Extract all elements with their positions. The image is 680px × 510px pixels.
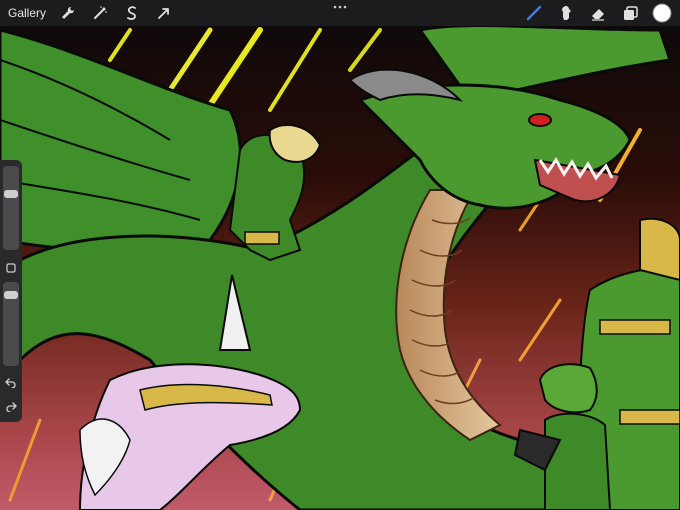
dragon-eye bbox=[528, 113, 552, 127]
magic-wand-icon[interactable] bbox=[88, 3, 112, 23]
artwork-canvas[interactable] bbox=[0, 0, 680, 510]
modify-square-icon[interactable] bbox=[3, 260, 19, 276]
brush-size-slider[interactable] bbox=[3, 166, 19, 250]
more-options-icon[interactable] bbox=[332, 2, 348, 12]
selection-icon[interactable] bbox=[120, 3, 144, 23]
brush-icon[interactable] bbox=[522, 3, 546, 23]
gallery-button[interactable]: Gallery bbox=[8, 6, 46, 20]
eraser-icon[interactable] bbox=[586, 3, 610, 23]
undo-icon[interactable] bbox=[3, 374, 19, 390]
opacity-knob[interactable] bbox=[4, 291, 18, 300]
brush-sidebar bbox=[0, 160, 22, 422]
wrench-icon[interactable] bbox=[56, 3, 80, 23]
transform-arrow-icon[interactable] bbox=[152, 3, 176, 23]
opacity-slider[interactable] bbox=[3, 282, 19, 366]
layers-icon[interactable] bbox=[618, 3, 642, 23]
brush-size-knob[interactable] bbox=[4, 189, 18, 198]
smudge-icon[interactable] bbox=[554, 3, 578, 23]
color-swatch-icon[interactable] bbox=[650, 3, 674, 23]
redo-icon[interactable] bbox=[3, 398, 19, 414]
top-toolbar: Gallery bbox=[0, 0, 680, 26]
